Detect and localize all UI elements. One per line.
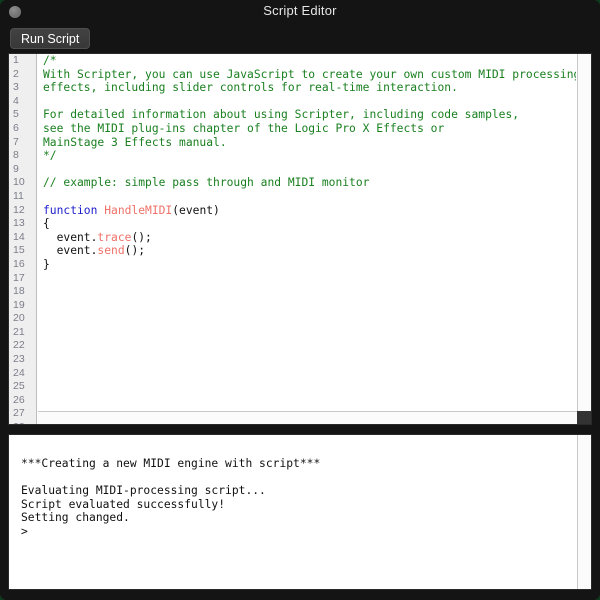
line-number: 19 <box>13 298 25 311</box>
code-line: see the MIDI plug-ins chapter of the Log… <box>43 122 576 136</box>
line-number-gutter: 1 2 3 4 5 6 7 8 9 10 11 12 13 14 15 16 17 18 19 20 21 22 23 24 2… <box>9 54 37 424</box>
line-number: 6 <box>13 121 19 134</box>
line-number: 26 <box>13 393 25 406</box>
code-token-plain: (); <box>131 230 152 244</box>
console-line: Evaluating MIDI-processing script... <box>21 484 266 498</box>
code-token-keyword: function <box>43 203 105 217</box>
code-line: function HandleMIDI(event) <box>43 204 576 218</box>
console-line: > <box>21 524 28 538</box>
line-number: 11 <box>13 189 24 202</box>
line-number: 7 <box>13 135 19 148</box>
code-line: /* <box>43 54 576 68</box>
code-token-comment: With Scripter, you can use JavaScript to… <box>43 67 576 81</box>
line-number: 2 <box>13 67 19 80</box>
line-number: 15 <box>13 244 25 257</box>
toolbar: Run Script <box>0 24 600 52</box>
line-number: 25 <box>13 380 25 393</box>
console-line: ***Creating a new MIDI engine with scrip… <box>21 457 321 470</box>
code-line: effects, including slider controls for r… <box>43 81 576 95</box>
code-text-area[interactable]: /* With Scripter, you can use JavaScript … <box>38 54 576 411</box>
code-horizontal-scrollbar[interactable] <box>38 411 577 424</box>
line-number: 4 <box>13 94 19 107</box>
code-token-plain: event. <box>43 230 98 244</box>
line-number: 9 <box>13 162 19 175</box>
line-number: 23 <box>13 353 25 366</box>
window-title: Script Editor <box>263 3 337 18</box>
code-token-ident: trace <box>97 230 132 244</box>
console-line: Setting changed. <box>21 511 130 525</box>
code-vertical-scrollbar[interactable] <box>577 54 591 411</box>
code-editor-inner: 1 2 3 4 5 6 7 8 9 10 11 12 13 14 15 16 17 18 19 20 21 22 23 24 2… <box>9 54 591 424</box>
code-token-plain: event. <box>43 244 98 258</box>
line-number: 18 <box>13 285 25 298</box>
code-line: event.send(); <box>43 244 576 258</box>
line-number: 13 <box>13 217 25 230</box>
console-line: Script evaluated successfully! <box>21 497 226 511</box>
line-number: 1 <box>13 54 19 66</box>
line-number: 20 <box>13 312 25 325</box>
code-token-ident: send <box>97 244 125 258</box>
line-number: 24 <box>13 366 25 379</box>
code-line: With Scripter, you can use JavaScript to… <box>43 68 576 82</box>
code-token-comment: // example: simple pass through and MIDI… <box>43 176 370 190</box>
code-line: For detailed information about using Scr… <box>43 108 576 122</box>
code-line: } <box>43 258 576 272</box>
code-line: { <box>43 217 576 231</box>
line-number: 21 <box>13 325 25 338</box>
console-output-panel[interactable]: ***Creating a new MIDI engine with scrip… <box>8 434 592 590</box>
code-token-comment: see the MIDI plug-ins chapter of the Log… <box>43 121 445 135</box>
line-number: 27 <box>13 407 25 420</box>
code-token-plain: (); <box>124 244 146 258</box>
code-token-comment: MainStage 3 Effects manual. <box>43 135 227 149</box>
code-token-comment: /* <box>43 54 57 67</box>
line-number: 3 <box>13 81 19 94</box>
console-vertical-scrollbar[interactable] <box>577 435 591 589</box>
code-token-ident: HandleMIDI <box>104 203 173 217</box>
line-number: 8 <box>13 149 19 162</box>
code-token-plain: { <box>43 217 50 231</box>
code-line: event.trace(); <box>43 231 576 245</box>
code-token-comment: */ <box>43 149 57 163</box>
line-number: 12 <box>13 203 25 216</box>
code-token-plain: (event) <box>172 203 220 217</box>
title-bar: Script Editor <box>0 0 600 24</box>
code-line: // example: simple pass through and MIDI… <box>43 176 576 190</box>
line-number: 22 <box>13 339 25 352</box>
line-number: 14 <box>13 230 25 243</box>
line-number: 5 <box>13 108 19 121</box>
code-line: */ <box>43 149 576 163</box>
line-number: 17 <box>13 271 25 284</box>
console-output-text: ***Creating a new MIDI engine with scrip… <box>9 435 576 589</box>
line-number: 28 <box>9 421 36 424</box>
line-number: 10 <box>13 176 25 189</box>
line-number: 16 <box>13 257 25 270</box>
code-editor-panel[interactable]: 1 2 3 4 5 6 7 8 9 10 11 12 13 14 15 16 17 18 19 20 21 22 23 24 2… <box>8 53 592 425</box>
script-editor-window: Script Editor Run Script 1 2 3 4 5 6 7 8 9 10 11 12… <box>0 0 600 600</box>
code-token-comment: For detailed information about using Scr… <box>43 108 520 122</box>
code-scrollbar-corner <box>577 411 591 424</box>
code-token-plain: } <box>43 257 50 271</box>
run-script-button[interactable]: Run Script <box>10 28 91 49</box>
code-line: MainStage 3 Effects manual. <box>43 136 576 150</box>
code-token-comment: effects, including slider controls for r… <box>43 81 458 95</box>
